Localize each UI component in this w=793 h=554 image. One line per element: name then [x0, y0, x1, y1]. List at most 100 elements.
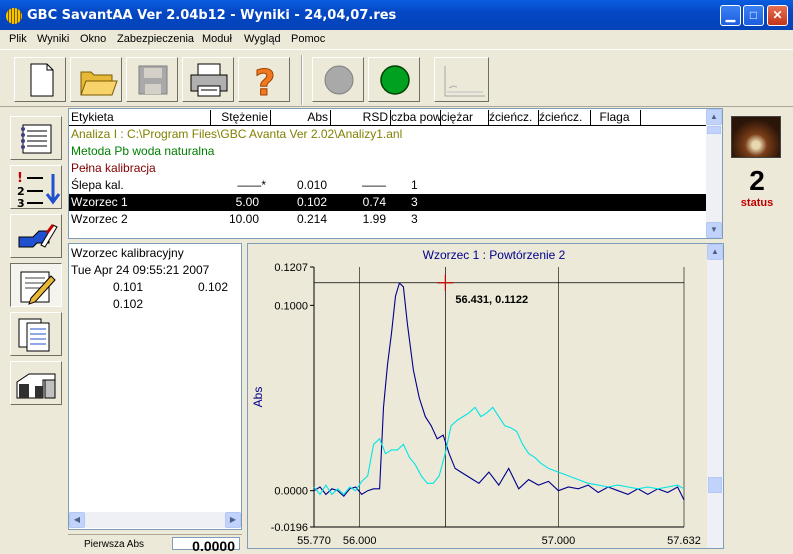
cell-abs: 0.214 [296, 212, 327, 226]
printer-icon [190, 63, 228, 97]
cell-conc: 10.00 [228, 212, 259, 226]
status-panel: 2 status [726, 108, 793, 549]
menu-wyniki[interactable]: Wyniki [37, 33, 69, 45]
building-icon [16, 373, 56, 399]
maximize-button[interactable]: □ [743, 5, 764, 26]
cell-abs: 0.102 [296, 195, 327, 209]
app-icon [6, 8, 22, 24]
title-bar: GBC SavantAA Ver 2.04b12 - Wyniki - 24,0… [0, 0, 793, 30]
table-scrollbar[interactable]: ▲ ▼ [706, 109, 722, 238]
calibration-panel: Wzorzec kalibracyjny Tue Apr 24 09:55:21… [68, 243, 242, 530]
scroll-up-icon[interactable]: ▲ [706, 109, 722, 125]
scroll-left-icon[interactable]: ◀ [69, 512, 85, 528]
scroll-up-icon[interactable]: ▲ [707, 244, 723, 260]
first-abs-field: Pierwsza Abs 0.0000 [68, 534, 242, 554]
method-name: Metoda Pb woda naturalna [71, 144, 215, 158]
table-row[interactable]: Ślepa kal. ——* 0.010 —— 1 [69, 177, 706, 194]
col-ciezar[interactable]: ciężar [441, 110, 489, 125]
cell-reps: 3 [411, 195, 418, 209]
scroll-right-icon[interactable]: ▶ [225, 512, 241, 528]
calibration-type: Pełna kalibracja [71, 161, 156, 175]
col-rsd[interactable]: RSD [331, 110, 391, 125]
toolbar-separator [301, 55, 303, 105]
col-abs[interactable]: Abs [271, 110, 331, 125]
col-wspolczynnik-2[interactable]: źcieńcz. [539, 110, 591, 125]
scroll-thumb[interactable] [708, 477, 722, 493]
new-document-icon [30, 63, 54, 97]
menu-wyglad[interactable]: Wygląd [244, 33, 281, 45]
series-line-2 [313, 406, 685, 496]
chart-scrollbar[interactable]: ▲ [707, 244, 723, 548]
left-toolbar: ! 2 3 [0, 108, 66, 549]
toolbar: ? [0, 51, 793, 107]
menu-plik[interactable]: Plik [9, 33, 27, 45]
table-row[interactable]: Wzorzec 2 10.00 0.214 1.99 3 [69, 211, 706, 228]
help-button[interactable]: ? [238, 57, 290, 105]
table-row-selected[interactable]: Wzorzec 1 5.00 0.102 0.74 3 [69, 194, 706, 211]
grey-circle-icon [324, 65, 354, 95]
stop-button[interactable] [312, 57, 364, 102]
graph-button[interactable] [434, 57, 489, 102]
hand-sample-icon [18, 224, 58, 248]
signal-chart: Wzorzec 1 : Powtórzenie 2 Abs 55.770 56.0… [251, 248, 701, 547]
cursor-readout: 56.431, 0.1122 [455, 294, 528, 306]
edit-pencil-icon [20, 271, 56, 305]
numbered-list-icon: !23 [17, 171, 61, 210]
cell-label: Ślepa kal. [71, 178, 124, 192]
notebook-button[interactable] [10, 116, 62, 160]
notebook-icon [21, 124, 52, 154]
menu-okno[interactable]: Okno [80, 33, 106, 45]
info-line-method[interactable]: Metoda Pb woda naturalna [69, 143, 706, 160]
edit-results-button[interactable] [10, 263, 62, 307]
workshop-button[interactable] [10, 361, 62, 405]
col-wspolczynnik-1[interactable]: źcieńcz. [489, 110, 539, 125]
new-document-button[interactable] [14, 57, 66, 102]
info-line-calibration[interactable]: Pełna kalibracja [69, 160, 706, 177]
reports-button[interactable] [10, 312, 62, 356]
open-button[interactable] [70, 57, 122, 102]
scroll-thumb[interactable] [707, 126, 721, 134]
autosampler-button[interactable] [10, 214, 62, 258]
table-header: Etykieta Stężenie Abs RSD czba pow cięża… [69, 109, 706, 126]
cell-reps: 3 [411, 212, 418, 226]
calibration-hscrollbar[interactable]: ◀ ▶ [69, 512, 241, 528]
start-button[interactable] [368, 57, 420, 102]
save-button[interactable] [126, 57, 178, 102]
help-icon: ? [254, 63, 276, 105]
cell-abs: 0.010 [296, 178, 327, 192]
y-tick-label: 0.0000 [274, 486, 308, 498]
minimize-button[interactable]: ▁ [720, 5, 741, 26]
calibration-value: 0.102 [198, 280, 229, 294]
cell-reps: 1 [411, 178, 418, 192]
y-tick-label: -0.0196 [271, 522, 308, 534]
calibration-date: Tue Apr 24 09:55:21 2007 [71, 263, 210, 277]
analysis-path: Analiza I : C:\Program Files\GBC Avanta … [71, 127, 403, 141]
info-line-analysis[interactable]: Analiza I : C:\Program Files\GBC Avanta … [69, 126, 706, 143]
x-tick-label: 56.000 [343, 535, 377, 547]
y-axis-label: Abs [251, 387, 265, 408]
menu-pomoc[interactable]: Pomoc [291, 33, 325, 45]
print-button[interactable] [182, 57, 234, 102]
col-liczba-pow[interactable]: czba pow [391, 110, 441, 125]
cell-rsd: 0.74 [362, 195, 386, 209]
instrument-thumbnail [731, 116, 781, 158]
scroll-down-icon[interactable]: ▼ [706, 222, 722, 238]
calibration-value: 0.101 [113, 280, 144, 294]
col-flaga[interactable]: Flaga [591, 110, 641, 125]
open-folder-icon [80, 71, 118, 96]
first-abs-label: Pierwsza Abs [84, 539, 145, 550]
x-tick-label: 57.632 [667, 535, 701, 547]
menu-zabezpieczenia[interactable]: Zabezpieczenia [117, 33, 194, 45]
col-stezenie[interactable]: Stężenie [211, 110, 271, 125]
sequence-button[interactable]: ! 2 3 [10, 165, 62, 210]
col-etykieta[interactable]: Etykieta [71, 110, 211, 125]
documents-icon [18, 318, 50, 352]
menu-modul[interactable]: Moduł [202, 33, 232, 45]
green-circle-icon [380, 65, 410, 95]
close-button[interactable]: ✕ [767, 5, 788, 26]
cell-rsd: 1.99 [362, 212, 386, 226]
cell-rsd: —— [362, 178, 386, 192]
window-title: GBC SavantAA Ver 2.04b12 - Wyniki - 24,0… [27, 8, 397, 23]
x-tick-label: 55.770 [297, 535, 331, 547]
svg-text:!: ! [17, 171, 23, 186]
